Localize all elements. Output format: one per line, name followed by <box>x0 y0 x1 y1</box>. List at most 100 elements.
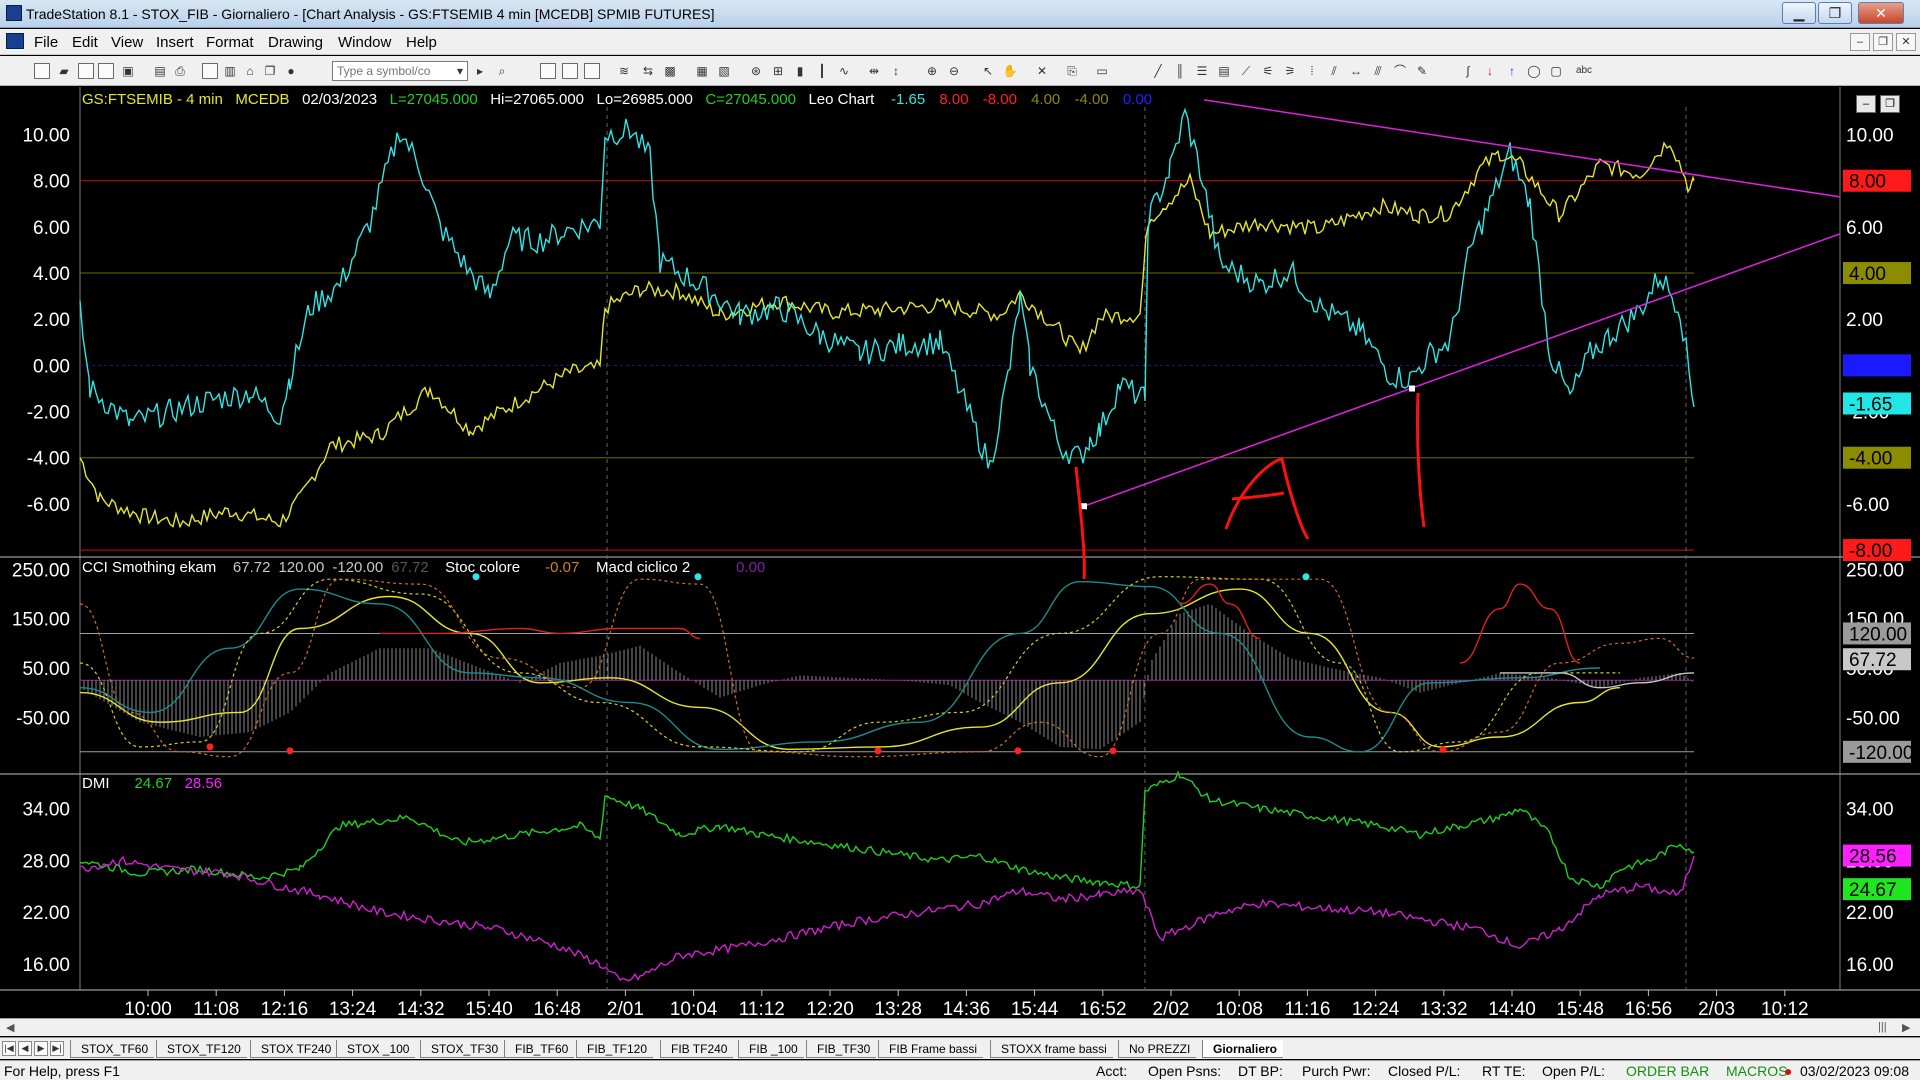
arc-tool-icon[interactable]: ⌒ <box>1392 63 1408 79</box>
options-icon[interactable]: ⊛ <box>748 63 764 79</box>
tab-first-icon[interactable]: |◀ <box>2 1041 16 1056</box>
subwindow-minimize-button[interactable]: – <box>1856 95 1876 113</box>
window-icon[interactable] <box>202 63 218 79</box>
scroll-thumb-icon[interactable]: ||| <box>1878 1021 1887 1033</box>
tab-stoxx-frame-bassi[interactable]: STOXX frame bassi <box>990 1040 1113 1058</box>
radarscreen-icon[interactable] <box>562 63 578 79</box>
chart-window-icon[interactable] <box>6 33 24 49</box>
chart-window[interactable]: A 10.00 10.00 8.00 8.00 6.00 6.00 4.00 4.00 2.00… <box>0 87 1920 1024</box>
tab-fib-tf60[interactable]: FIB_TF60 <box>504 1040 575 1058</box>
scroll-icon[interactable]: ↕ <box>888 63 904 79</box>
go-arrow-icon[interactable]: ▸ <box>472 63 488 79</box>
mdi-restore-button[interactable]: ❐ <box>1873 33 1893 51</box>
gann-fan-tool-icon[interactable]: ⚟ <box>1260 63 1276 79</box>
layout-icon[interactable]: ▥ <box>222 63 238 79</box>
rectangle-tool-icon[interactable]: ▢ <box>1548 63 1564 79</box>
matrix-icon[interactable] <box>584 63 600 79</box>
macros-button[interactable]: MACROS <box>1726 1063 1787 1079</box>
tab-fib-tf30[interactable]: FIB_TF30 <box>806 1040 877 1058</box>
menu-format[interactable]: Format <box>206 34 254 51</box>
tab-fib-tf120[interactable]: FIB_TF120 <box>576 1040 654 1058</box>
tab-stox-tf240[interactable]: STOX TF240 <box>250 1040 338 1058</box>
hand-icon[interactable]: ✋ <box>1002 63 1018 79</box>
tab-last-icon[interactable]: ▶| <box>50 1041 64 1056</box>
tab-no-prezzi[interactable]: No PREZZI <box>1118 1040 1197 1058</box>
freehand-tool-icon[interactable]: ∫ <box>1460 63 1476 79</box>
print-icon[interactable]: ⎙ <box>172 63 188 79</box>
menu-window[interactable]: Window <box>338 34 391 51</box>
tab-stox-tf60[interactable]: STOX_TF60 <box>70 1040 155 1058</box>
tab-stox-tf30[interactable]: STOX_TF30 <box>420 1040 505 1058</box>
menu-file[interactable]: File <box>34 34 58 51</box>
regression-tool-icon[interactable]: ⫽ <box>1326 63 1342 79</box>
arrow-tool-icon[interactable]: ↔ <box>1348 63 1364 79</box>
symbol-lookup-icon[interactable]: ⌕ <box>494 63 510 79</box>
down-arrow-tool-icon[interactable]: ↓ <box>1482 63 1498 79</box>
tab-stox-tf120[interactable]: STOX_TF120 <box>156 1040 247 1058</box>
new-icon[interactable] <box>34 63 50 79</box>
tools-icon[interactable]: ✕ <box>1034 63 1050 79</box>
parallel-tool-icon[interactable]: ⫻ <box>1370 63 1386 79</box>
zoom-in-icon[interactable]: ⊕ <box>924 63 940 79</box>
line-chart-icon[interactable]: ∿ <box>836 63 852 79</box>
scanner-icon[interactable]: ⊞ <box>770 63 786 79</box>
globe-icon[interactable]: ● <box>283 63 299 79</box>
new-workspace-icon[interactable] <box>78 63 94 79</box>
candlestick-icon[interactable]: ┃ <box>814 63 830 79</box>
tab-next-icon[interactable]: ▶ <box>34 1041 48 1056</box>
ellipse-tool-icon[interactable]: ◯ <box>1526 63 1542 79</box>
chart-icon[interactable] <box>540 63 556 79</box>
pencil-tool-icon[interactable]: ✎ <box>1414 63 1430 79</box>
fibonacci-tool-icon[interactable]: ⚞ <box>1282 63 1298 79</box>
copy-icon[interactable]: ❐ <box>262 63 278 79</box>
insert-analysis-icon[interactable]: ≋ <box>616 63 632 79</box>
zoom-scroll-icon[interactable]: ⇹ <box>866 63 882 79</box>
open-icon[interactable]: ▰ <box>56 63 72 79</box>
menu-insert[interactable]: Insert <box>156 34 194 51</box>
text-tool-icon[interactable]: abc <box>1572 63 1596 79</box>
tab-stox-100[interactable]: STOX _100 <box>336 1040 416 1058</box>
news-icon[interactable]: ▧ <box>716 63 732 79</box>
alert-icon[interactable]: ⎘ <box>1064 63 1080 79</box>
open-workspace-icon[interactable] <box>98 63 114 79</box>
macro-icon[interactable]: ▭ <box>1094 63 1110 79</box>
channel-tool-icon[interactable]: ▤ <box>1216 63 1232 79</box>
chart-scrollbar[interactable]: ◀ ||| ▶ <box>0 1018 1920 1036</box>
lock-icon[interactable]: ⌂ <box>242 63 258 79</box>
dropdown-arrow-icon[interactable]: ▾ <box>452 63 468 79</box>
tab-prev-icon[interactable]: ◀ <box>18 1041 32 1056</box>
horizontal-lines-tool-icon[interactable]: ☰ <box>1194 63 1210 79</box>
mdi-close-button[interactable]: ✕ <box>1896 33 1916 51</box>
menu-view[interactable]: View <box>111 34 143 51</box>
format-icon[interactable]: ▩ <box>662 63 678 79</box>
tab-fib-tf240[interactable]: FIB TF240 <box>660 1040 734 1058</box>
speedline-tool-icon[interactable]: ⟋ <box>1238 63 1254 79</box>
menu-drawing[interactable]: Drawing <box>268 34 323 51</box>
insert-strategy-icon[interactable]: ⇆ <box>640 63 656 79</box>
trendline-tool-icon[interactable]: ╱ <box>1150 63 1166 79</box>
tab-giornaliero[interactable]: Giornaliero <box>1202 1040 1284 1058</box>
chart-canvas[interactable]: A 10.00 10.00 8.00 8.00 6.00 6.00 4.00 4.00 2.00… <box>0 87 1920 1018</box>
close-button[interactable]: ✕ <box>1858 2 1904 24</box>
zoom-out-icon[interactable]: ⊖ <box>946 63 962 79</box>
order-bar-button[interactable]: ORDER BAR <box>1626 1063 1709 1079</box>
save-icon[interactable]: ▤ <box>152 63 168 79</box>
maximize-button[interactable]: ❐ <box>1818 2 1852 24</box>
symbol-input[interactable] <box>332 61 468 81</box>
tab-fib-frame-bassi[interactable]: FIB Frame bassi <box>878 1040 984 1058</box>
scroll-right-icon[interactable]: ▶ <box>1902 1021 1910 1034</box>
subwindow-restore-button[interactable]: ❐ <box>1880 95 1900 113</box>
menu-edit[interactable]: Edit <box>72 34 98 51</box>
tab-fib-100[interactable]: FIB _100 <box>738 1040 804 1058</box>
minimize-button[interactable]: ▁ <box>1782 2 1816 24</box>
bar-chart-icon[interactable]: ▮ <box>792 63 808 79</box>
close-workspace-icon[interactable]: ▣ <box>120 63 136 79</box>
up-arrow-tool-icon[interactable]: ↑ <box>1504 63 1520 79</box>
pointer-icon[interactable]: ↖ <box>980 63 996 79</box>
data-window-icon[interactable]: ▦ <box>694 63 710 79</box>
cycle-lines-tool-icon[interactable]: ⦙ <box>1304 63 1320 79</box>
scroll-left-icon[interactable]: ◀ <box>6 1021 14 1034</box>
menu-help[interactable]: Help <box>406 34 437 51</box>
mdi-minimize-button[interactable]: – <box>1850 33 1870 51</box>
vertical-lines-tool-icon[interactable]: ║ <box>1172 63 1188 79</box>
